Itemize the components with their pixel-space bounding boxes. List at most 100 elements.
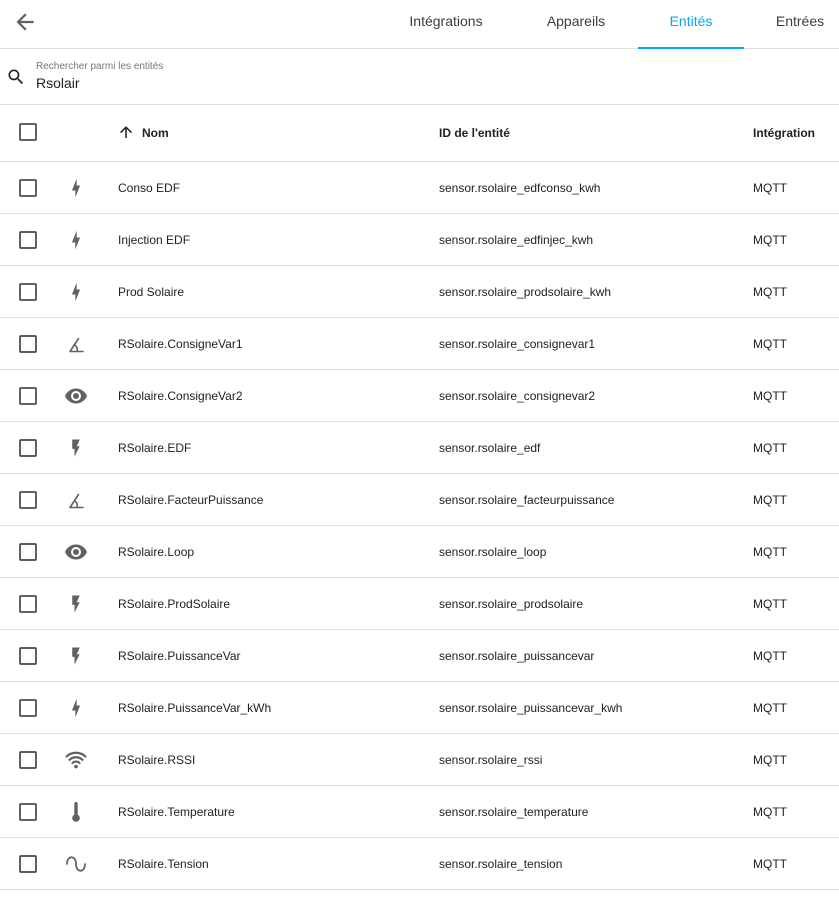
entity-integration: MQTT xyxy=(753,805,787,819)
flash-icon xyxy=(71,178,81,198)
search-icon xyxy=(8,69,24,85)
entity-name: RSolaire.ConsigneVar1 xyxy=(118,337,243,351)
tab-entities[interactable]: Entités xyxy=(638,0,744,49)
entity-id: sensor.rsolaire_prodsolaire xyxy=(439,597,584,611)
entity-id: sensor.rsolaire_edf xyxy=(439,441,541,455)
table-row[interactable]: Injection EDF sensor.rsolaire_edfinjec_k… xyxy=(0,214,839,266)
entity-id: sensor.rsolaire_puissancevar_kwh xyxy=(439,701,623,715)
table-row[interactable]: RSolaire.RSSI sensor.rsolaire_rssi MQTT xyxy=(0,734,839,786)
entity-id: sensor.rsolaire_rssi xyxy=(439,753,543,767)
entity-name: RSolaire.FacteurPuissance xyxy=(118,493,264,507)
row-checkbox[interactable] xyxy=(19,387,37,405)
row-checkbox[interactable] xyxy=(19,335,37,353)
table-row[interactable]: RSolaire.PuissanceVar_kWh sensor.rsolair… xyxy=(0,682,839,734)
table-row[interactable]: RSolaire.Tension sensor.rsolaire_tension… xyxy=(0,838,839,890)
entity-integration: MQTT xyxy=(753,701,787,715)
row-checkbox[interactable] xyxy=(19,543,37,561)
angle-icon xyxy=(69,493,84,509)
table-row[interactable]: RSolaire.ConsigneVar2 sensor.rsolaire_co… xyxy=(0,370,839,422)
column-header-integration[interactable]: Intégration xyxy=(753,126,815,140)
entity-table-body: Conso EDF sensor.rsolaire_edfconso_kwh M… xyxy=(0,162,839,890)
entity-id: sensor.rsolaire_consignevar1 xyxy=(439,337,596,351)
select-all-checkbox[interactable] xyxy=(19,123,37,141)
tab-integrations-label: Intégrations xyxy=(409,13,483,29)
tab-entities-label: Entités xyxy=(669,13,713,29)
arrow-left-icon xyxy=(16,13,34,31)
entity-name: RSolaire.Temperature xyxy=(118,805,235,819)
entity-integration: MQTT xyxy=(753,181,787,195)
column-header-name[interactable]: Nom xyxy=(142,126,169,140)
back-button[interactable] xyxy=(12,9,38,35)
entity-name: RSolaire.PuissanceVar_kWh xyxy=(118,701,272,715)
search-bar: Rechercher parmi les entités xyxy=(0,49,839,105)
entity-id: sensor.rsolaire_tension xyxy=(439,857,563,871)
entity-integration: MQTT xyxy=(753,649,787,663)
flash-bold-icon xyxy=(72,439,80,457)
flash-bold-icon xyxy=(72,647,80,665)
entity-name: RSolaire.Loop xyxy=(118,545,195,559)
entity-name: RSolaire.Tension xyxy=(118,857,209,871)
row-checkbox[interactable] xyxy=(19,231,37,249)
row-checkbox[interactable] xyxy=(19,491,37,509)
row-checkbox[interactable] xyxy=(19,855,37,873)
entity-name: Conso EDF xyxy=(118,181,181,195)
table-row[interactable]: RSolaire.PuissanceVar sensor.rsolaire_pu… xyxy=(0,630,839,682)
top-toolbar: Intégrations Appareils Entités Entrées xyxy=(0,0,839,49)
flash-icon xyxy=(71,230,81,250)
entity-name: Prod Solaire xyxy=(118,285,185,299)
search-label: Rechercher parmi les entités xyxy=(36,61,164,72)
table-row[interactable]: RSolaire.ProdSolaire sensor.rsolaire_pro… xyxy=(0,578,839,630)
entity-integration: MQTT xyxy=(753,597,787,611)
row-checkbox[interactable] xyxy=(19,283,37,301)
arrow-up-icon[interactable] xyxy=(117,123,135,141)
search-input[interactable] xyxy=(36,75,796,91)
entity-integration: MQTT xyxy=(753,441,787,455)
row-checkbox[interactable] xyxy=(19,595,37,613)
row-checkbox[interactable] xyxy=(19,751,37,769)
column-header-entity-id[interactable]: ID de l'entité xyxy=(439,126,510,140)
entity-integration: MQTT xyxy=(753,753,787,767)
entity-integration: MQTT xyxy=(753,233,787,247)
sine-wave-icon xyxy=(66,856,86,872)
row-checkbox[interactable] xyxy=(19,439,37,457)
row-checkbox[interactable] xyxy=(19,803,37,821)
entity-integration: MQTT xyxy=(753,493,787,507)
tab-inputs[interactable]: Entrées xyxy=(762,0,838,48)
table-row[interactable]: RSolaire.Loop sensor.rsolaire_loop MQTT xyxy=(0,526,839,578)
entity-name: RSolaire.EDF xyxy=(118,441,192,455)
entity-id: sensor.rsolaire_temperature xyxy=(439,805,589,819)
entity-name: RSolaire.ConsigneVar2 xyxy=(118,389,243,403)
row-checkbox[interactable] xyxy=(19,179,37,197)
table-row[interactable]: Prod Solaire sensor.rsolaire_prodsolaire… xyxy=(0,266,839,318)
entity-id: sensor.rsolaire_edfconso_kwh xyxy=(439,181,601,195)
entity-id: sensor.rsolaire_loop xyxy=(439,545,547,559)
row-checkbox[interactable] xyxy=(19,699,37,717)
table-row[interactable]: Conso EDF sensor.rsolaire_edfconso_kwh M… xyxy=(0,162,839,214)
tab-devices-label: Appareils xyxy=(546,13,606,29)
eye-icon xyxy=(65,544,87,560)
table-header: Nom ID de l'entité Intégration xyxy=(0,105,839,162)
wifi-icon xyxy=(65,751,87,769)
tab-inputs-label: Entrées xyxy=(775,13,825,29)
row-checkbox[interactable] xyxy=(19,647,37,665)
table-row[interactable]: RSolaire.EDF sensor.rsolaire_edf MQTT xyxy=(0,422,839,474)
entity-name: RSolaire.RSSI xyxy=(118,753,196,767)
angle-icon xyxy=(69,337,84,353)
entity-id: sensor.rsolaire_facteurpuissance xyxy=(439,493,615,507)
entity-id: sensor.rsolaire_puissancevar xyxy=(439,649,595,663)
entity-integration: MQTT xyxy=(753,337,787,351)
entity-name: RSolaire.PuissanceVar xyxy=(118,649,241,663)
eye-icon xyxy=(65,388,87,404)
thermometer-icon xyxy=(72,802,80,822)
table-row[interactable]: RSolaire.ConsigneVar1 sensor.rsolaire_co… xyxy=(0,318,839,370)
tab-devices[interactable]: Appareils xyxy=(533,0,619,48)
entity-name: Injection EDF xyxy=(118,233,191,247)
entity-integration: MQTT xyxy=(753,545,787,559)
table-row[interactable]: RSolaire.Temperature sensor.rsolaire_tem… xyxy=(0,786,839,838)
tab-integrations[interactable]: Intégrations xyxy=(399,0,493,48)
table-row[interactable]: RSolaire.FacteurPuissance sensor.rsolair… xyxy=(0,474,839,526)
entity-integration: MQTT xyxy=(753,389,787,403)
entity-id: sensor.rsolaire_edfinjec_kwh xyxy=(439,233,594,247)
entity-name: RSolaire.ProdSolaire xyxy=(118,597,231,611)
flash-icon xyxy=(71,698,81,718)
